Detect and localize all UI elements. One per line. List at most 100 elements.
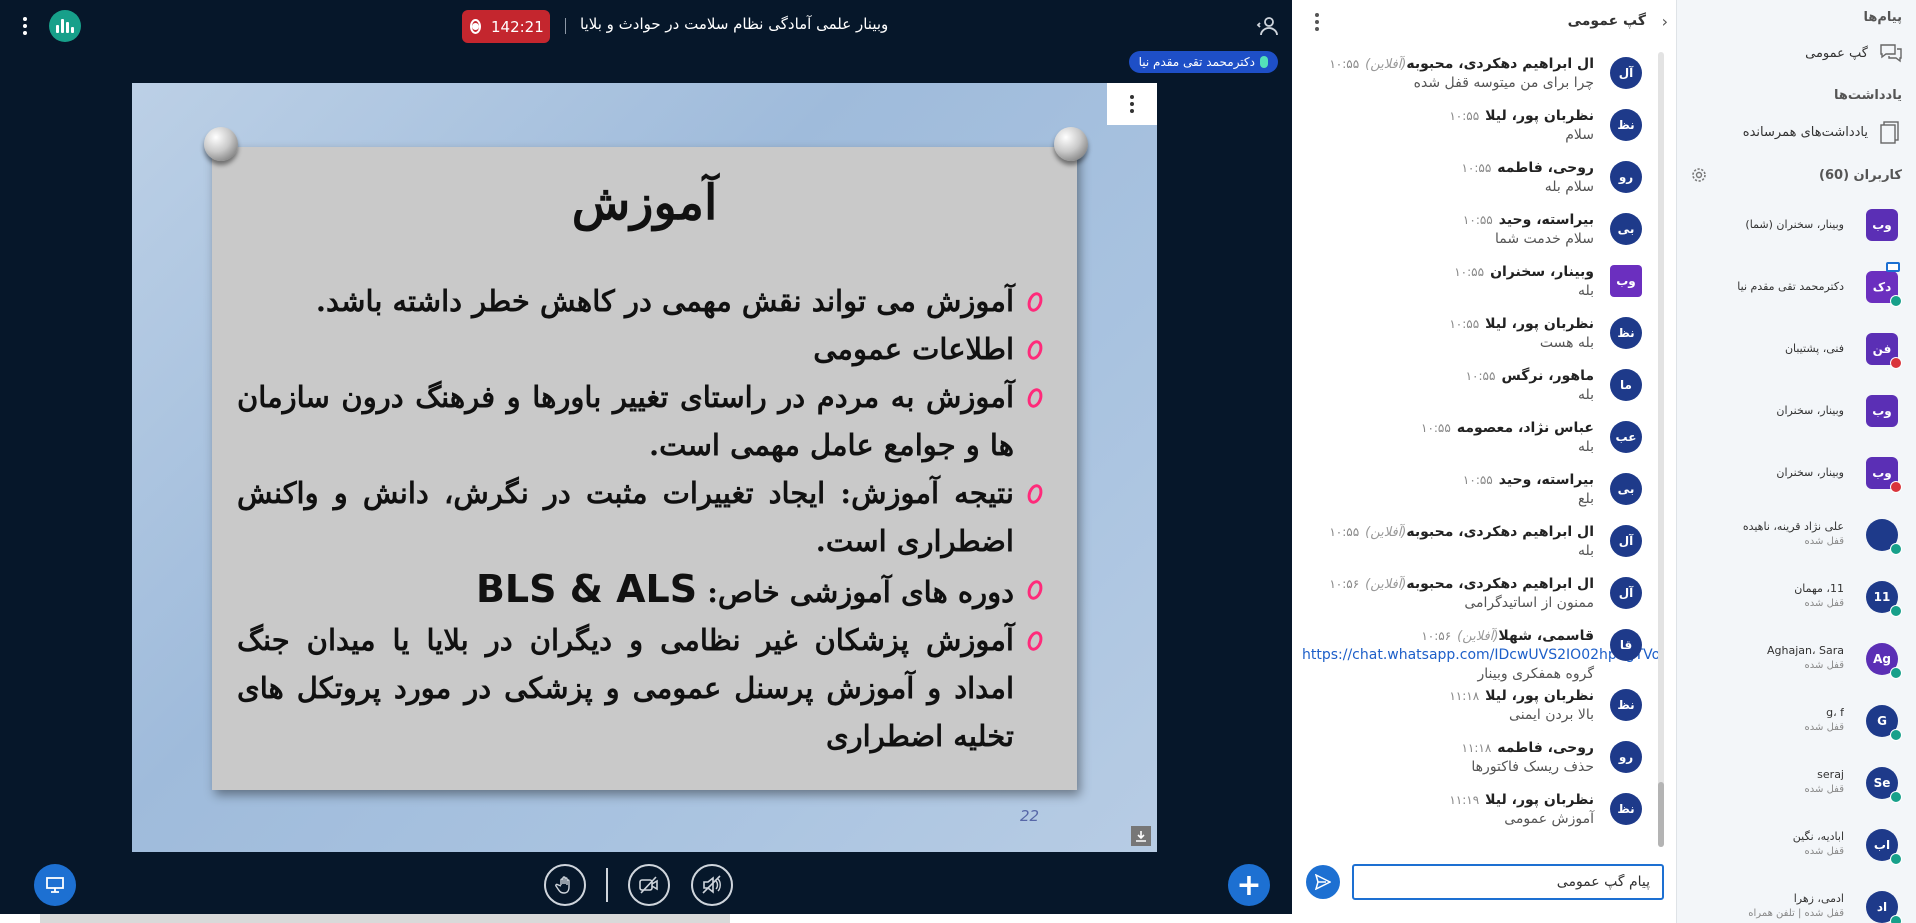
send-button[interactable] bbox=[1306, 865, 1340, 899]
avatar[interactable]: رو bbox=[1610, 741, 1642, 773]
user-list-item[interactable]: وب وبینار، سخنران (شما) bbox=[1677, 196, 1916, 254]
avatar[interactable]: وب bbox=[1610, 265, 1642, 297]
public-chat-label: گپ عمومی bbox=[1805, 45, 1868, 61]
message-time: ۱۰:۵۶ bbox=[1421, 629, 1452, 643]
message-time: ۱۰:۵۵ bbox=[1329, 525, 1360, 539]
sender-name: ال ابراهیم دهکردی، محبوبه bbox=[1406, 576, 1594, 592]
chat-message: بی بیراسته، وحید ۱۰:۵۵ سلام خدمت شما bbox=[1292, 208, 1664, 260]
message-link[interactable]: https://chat.whatsapp.com/IDcwUVS2IO02hp… bbox=[1302, 646, 1664, 665]
user-list-item[interactable]: Gg، f قفل شده bbox=[1677, 692, 1916, 750]
muted-mic-icon bbox=[1890, 357, 1902, 369]
chat-options-icon[interactable] bbox=[1312, 12, 1322, 32]
avatar[interactable]: بی bbox=[1610, 213, 1642, 245]
user-status: قفل شده bbox=[1804, 722, 1844, 733]
user-list-item[interactable]: وب وبینار، سخنران bbox=[1677, 444, 1916, 502]
toggle-presentation-button[interactable] bbox=[34, 864, 76, 906]
message-time: ۱۱:۱۸ bbox=[1449, 689, 1480, 703]
avatar[interactable]: آل bbox=[1610, 57, 1642, 89]
user-name: 11، مهمان bbox=[1794, 582, 1844, 595]
sidebar-item-shared-notes[interactable]: یادداشت‌های همرسانده bbox=[1684, 115, 1904, 149]
talking-indicator[interactable]: دکترمحمد تقی مقدم نیا bbox=[1128, 51, 1278, 73]
chat-message: آل ال ابراهیم دهکردی، محبوبه(آفلاین) ۱۰:۵۵… bbox=[1292, 52, 1664, 104]
chat-message-input[interactable] bbox=[1352, 864, 1664, 900]
user-list-item[interactable]: فن فنی، پشتیبان bbox=[1677, 320, 1916, 378]
avatar[interactable]: قا bbox=[1610, 629, 1642, 661]
message-time: ۱۰:۵۵ bbox=[1454, 265, 1485, 279]
message-meta: نظربان پور، لیلا ۱۰:۵۵ bbox=[1302, 108, 1594, 124]
message-text: بله bbox=[1577, 283, 1594, 299]
user-list-item[interactable]: Ag Aghajan، Sara قفل شده bbox=[1677, 630, 1916, 688]
avatar[interactable]: آل bbox=[1610, 525, 1642, 557]
message-text: حذف ریسک فاکتورها bbox=[1471, 759, 1594, 775]
avatar[interactable]: ما bbox=[1610, 369, 1642, 401]
message-meta: بیراسته، وحید ۱۰:۵۵ bbox=[1302, 472, 1594, 488]
avatar[interactable]: بی bbox=[1610, 473, 1642, 505]
avatar[interactable]: نظ bbox=[1610, 317, 1642, 349]
slide-bullet: آموزش پزشکان غیر نظامی و دیگران در بلایا… bbox=[237, 616, 1045, 760]
learning-dashboard-icon[interactable] bbox=[49, 10, 81, 42]
scrollbar-thumb[interactable] bbox=[1658, 782, 1664, 847]
download-icon[interactable] bbox=[1131, 826, 1151, 846]
message-text: گروه همفکری وبینار bbox=[1477, 666, 1595, 682]
message-time: ۱۱:۱۸ bbox=[1461, 741, 1492, 755]
avatar[interactable]: آل bbox=[1610, 577, 1642, 609]
sidebar-item-public-chat[interactable]: گپ عمومی bbox=[1684, 36, 1904, 70]
sender-name: روحی، فاطمه bbox=[1497, 160, 1594, 176]
avatar[interactable]: رو bbox=[1610, 161, 1642, 193]
gear-icon[interactable] bbox=[1691, 167, 1707, 183]
join-video-button[interactable] bbox=[628, 864, 670, 906]
chat-message: رو روحی، فاطمه ۱۱:۱۸ حذف ریسک فاکتورها bbox=[1292, 736, 1664, 788]
avatar[interactable]: نظ bbox=[1610, 793, 1642, 825]
notes-icon bbox=[1880, 121, 1899, 144]
actions-plus-button[interactable] bbox=[1228, 864, 1270, 906]
audio-button[interactable] bbox=[691, 864, 733, 906]
options-menu-icon[interactable] bbox=[14, 13, 36, 39]
avatar[interactable]: نظ bbox=[1610, 109, 1642, 141]
user-status: قفل شده bbox=[1804, 598, 1844, 609]
message-text: بله bbox=[1577, 439, 1594, 455]
user-list-item[interactable]: اب ابادیه، نگین قفل شده bbox=[1677, 816, 1916, 874]
avatar[interactable]: عب bbox=[1610, 421, 1642, 453]
bullet-icon bbox=[1025, 578, 1045, 602]
user-list-item[interactable]: وب وبینار، سخنران bbox=[1677, 382, 1916, 440]
bullet-icon bbox=[1025, 338, 1045, 362]
chat-header: ‹ گپ عمومی bbox=[1292, 0, 1676, 44]
chat-message: قا قاسمی، شهلا(آفلاین) ۱۰:۵۶ https://chat.w… bbox=[1292, 624, 1664, 684]
mic-icon bbox=[1890, 667, 1902, 679]
slide-bullet: اطلاعات عمومی bbox=[237, 325, 1045, 373]
slide-options-icon[interactable] bbox=[1107, 83, 1157, 125]
chat-message: نظ نظربان پور، لیلا ۱۱:۱۸ بالا بردن ایمنی bbox=[1292, 684, 1664, 736]
message-meta: نظربان پور، لیلا ۱۰:۵۵ bbox=[1302, 316, 1594, 332]
chat-message: نظ نظربان پور، لیلا ۱۰:۵۵ بله هست bbox=[1292, 312, 1664, 364]
user-list-item[interactable]: Se seraj قفل شده bbox=[1677, 754, 1916, 812]
sender-name: بیراسته، وحید bbox=[1498, 472, 1594, 488]
raise-hand-button[interactable] bbox=[544, 864, 586, 906]
chat-message: نظ نظربان پور، لیلا ۱۰:۵۵ سلام bbox=[1292, 104, 1664, 156]
message-text: بالا بردن ایمنی bbox=[1509, 707, 1594, 723]
message-meta: نظربان پور، لیلا ۱۱:۱۹ bbox=[1302, 792, 1594, 808]
bullet-icon bbox=[1025, 482, 1045, 506]
muted-mic-icon bbox=[1890, 481, 1902, 493]
user-list-item[interactable]: دک دکترمحمد تقی مقدم نیا bbox=[1677, 258, 1916, 316]
message-text: ممنون از اساتیدگرامی bbox=[1464, 595, 1594, 611]
title-separator bbox=[565, 18, 566, 34]
bullet-icon bbox=[1025, 629, 1045, 653]
message-meta: ال ابراهیم دهکردی، محبوبه(آفلاین) ۱۰:۵۵ bbox=[1302, 56, 1594, 72]
chat-messages[interactable]: آل ال ابراهیم دهکردی، محبوبه(آفلاین)۱۰:۵۵… bbox=[1292, 52, 1664, 852]
user-list-toggle-icon[interactable] bbox=[1256, 14, 1280, 38]
message-time: ۱۱:۱۹ bbox=[1449, 793, 1480, 807]
user-name: Aghajan، Sara bbox=[1766, 644, 1844, 657]
bullet-icon bbox=[1025, 290, 1045, 314]
user-status: قفل شده bbox=[1804, 846, 1844, 857]
user-list-item[interactable]: علی نژاد قرینه، ناهیده قفل شده bbox=[1677, 506, 1916, 564]
sender-name: قاسمی، شهلا bbox=[1498, 628, 1594, 644]
recording-indicator[interactable]: 142:21 bbox=[462, 10, 550, 43]
user-list-item[interactable]: 11 11، مهمان قفل شده bbox=[1677, 568, 1916, 626]
avatar[interactable]: نظ bbox=[1610, 689, 1642, 721]
chat-scrollbar[interactable] bbox=[1658, 52, 1664, 847]
message-meta: بیراسته، وحید ۱۰:۵۵ bbox=[1302, 212, 1594, 228]
user-list-item[interactable]: اد ادمی، زهرا قفل شده | تلفن همراه bbox=[1677, 878, 1916, 923]
chevron-left-icon[interactable]: ‹ bbox=[1654, 12, 1668, 32]
user-name: وبینار، سخنران bbox=[1776, 404, 1844, 417]
message-meta: قاسمی، شهلا(آفلاین) ۱۰:۵۶ bbox=[1302, 628, 1594, 644]
